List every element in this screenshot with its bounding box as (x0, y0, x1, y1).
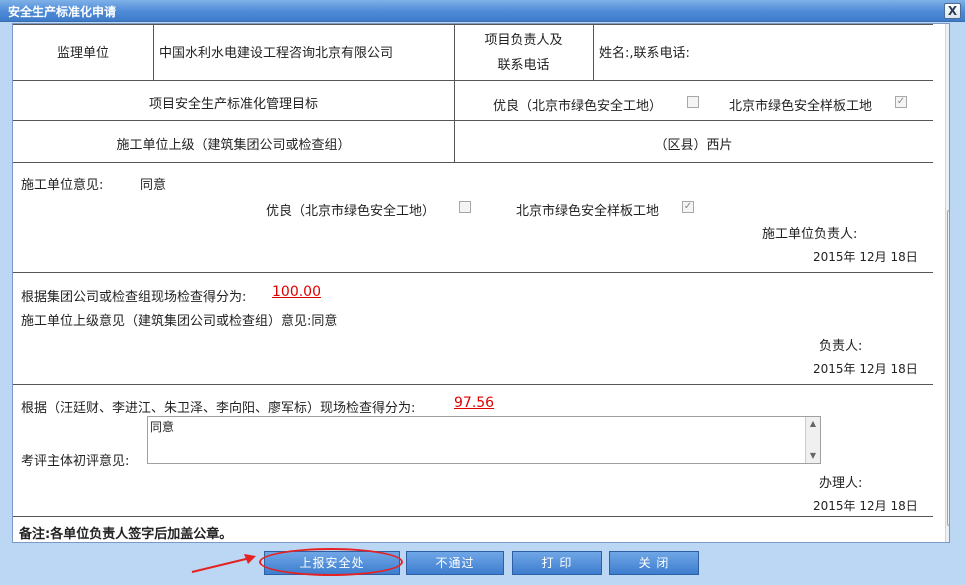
goal-option-excellent-label: 优良（北京市绿色安全工地） (493, 99, 663, 114)
close-button[interactable]: 关 闭 (609, 551, 699, 575)
submit-highlight-circle (259, 548, 403, 576)
review-date: 2015年 12月 18日 (813, 499, 918, 513)
review-score-value: 97.56 (454, 395, 495, 411)
group-date: 2015年 12月 18日 (813, 362, 918, 376)
form-panel: 监理单位 中国水利水电建设工程咨询北京有限公司 项目负责人及 联系电话 姓名:,… (12, 23, 950, 543)
footer-note: 备注:各单位负责人签字后加盖公章。 (19, 527, 233, 542)
construction-option-excellent-label: 优良（北京市绿色安全工地） (266, 204, 436, 219)
construction-responsible-label: 施工单位负责人: (762, 227, 858, 242)
goal-excellent-checkbox[interactable] (687, 96, 699, 108)
supervisor-value: 中国水利水电建设工程咨询北京有限公司 (159, 46, 394, 61)
safety-goal-label: 项目安全生产标准化管理目标 (148, 97, 318, 112)
group-opinion-text: 施工单位上级意见（建筑集团公司或检查组）意见:同意 (21, 314, 338, 329)
scroll-down-icon[interactable]: ▼ (806, 449, 820, 463)
group-score-value: 100.00 (272, 284, 321, 300)
construction-option-model-label: 北京市绿色安全样板工地 (516, 204, 660, 219)
manager-contact-value: 姓名:,联系电话: (599, 46, 690, 61)
application-form: 监理单位 中国水利水电建设工程咨询北京有限公司 项目负责人及 联系电话 姓名:,… (13, 24, 933, 542)
scrollbar-thumb[interactable] (947, 210, 949, 526)
review-opinion-label: 考评主体初评意见: (21, 454, 130, 469)
construction-opinion-value: 同意 (140, 178, 167, 193)
supervisor-label: 监理单位 (56, 46, 109, 61)
scroll-up-icon[interactable]: ▲ (946, 24, 949, 40)
scroll-up-icon[interactable]: ▲ (806, 417, 820, 431)
construction-model-checkbox[interactable]: ✓ (682, 201, 694, 213)
window-title: 安全生产标准化申请 (8, 5, 117, 19)
review-opinion-text: 同意 (150, 420, 175, 434)
goal-option-model-label: 北京市绿色安全样板工地 (729, 99, 873, 114)
close-icon[interactable]: X (944, 3, 961, 19)
district-value: （区县）西片 (654, 138, 733, 153)
goal-model-checkbox[interactable]: ✓ (895, 96, 907, 108)
superior-unit-label: 施工单位上级（建筑集团公司或检查组） (116, 138, 351, 153)
construction-excellent-checkbox[interactable] (459, 201, 471, 213)
manager-label-line2: 联系电话 (497, 58, 550, 73)
print-button[interactable]: 打 印 (512, 551, 602, 575)
manager-label-line1: 项目负责人及 (484, 33, 563, 48)
textarea-scrollbar[interactable]: ▲ ▼ (805, 417, 820, 463)
group-score-label: 根据集团公司或检查组现场检查得分为: (21, 290, 247, 305)
scroll-down-icon[interactable]: ▼ (946, 528, 949, 542)
window-titlebar: 安全生产标准化申请 X (0, 0, 965, 22)
construction-date: 2015年 12月 18日 (813, 250, 918, 264)
review-score-label: 根据（汪廷财、李进江、朱卫泽、李向阳、廖军标）现场检查得分为: (21, 401, 416, 416)
construction-opinion-label: 施工单位意见: (21, 178, 104, 193)
reject-button[interactable]: 不通过 (406, 551, 504, 575)
group-responsible-label: 负责人: (819, 339, 863, 354)
vertical-scrollbar[interactable]: ▲ ▼ (945, 24, 949, 542)
review-opinion-textarea[interactable]: 同意 ▲ ▼ (147, 416, 821, 464)
review-handler-label: 办理人: (819, 476, 863, 491)
annotation-arrow-icon (191, 554, 256, 573)
